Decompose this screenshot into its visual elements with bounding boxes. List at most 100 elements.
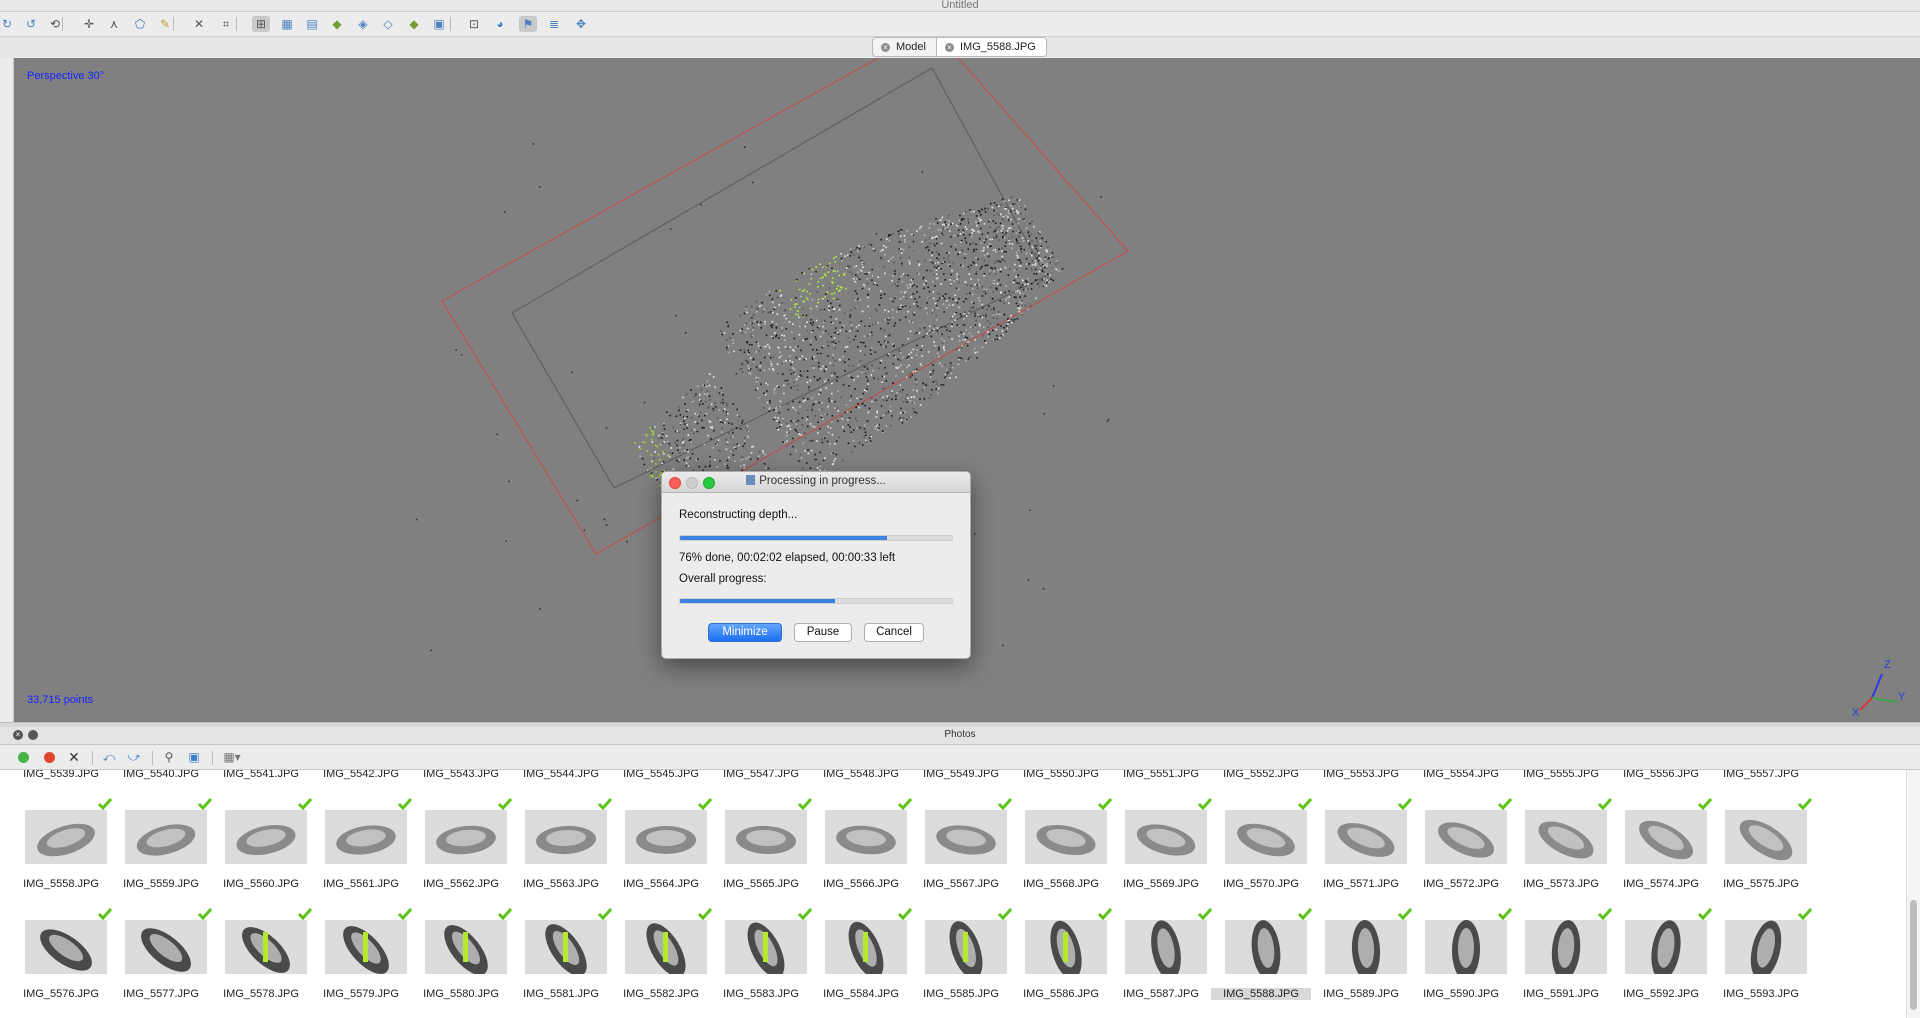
photo-filename[interactable]: IMG_5584.JPG (811, 988, 911, 1000)
photo-filename[interactable]: IMG_5593.JPG (1711, 988, 1811, 1000)
photo-thumbnail[interactable] (225, 810, 307, 864)
crop-icon[interactable]: ⌗ (217, 16, 235, 32)
photo-thumbnail[interactable] (25, 920, 107, 974)
photo-thumbnail[interactable] (525, 920, 607, 974)
photo-filename[interactable]: IMG_5541.JPG (211, 770, 311, 780)
photo-filename[interactable]: IMG_5559.JPG (111, 878, 211, 890)
photo-thumbnail[interactable] (1625, 810, 1707, 864)
photo-thumbnail[interactable] (925, 810, 1007, 864)
photo-filename[interactable]: IMG_5567.JPG (911, 878, 1011, 890)
photo-thumbnail[interactable] (1325, 920, 1407, 974)
solid-icon[interactable]: ◈ (354, 16, 372, 32)
photo-thumbnail[interactable] (825, 810, 907, 864)
tab-model[interactable]: × Model (873, 38, 937, 56)
photo-filename[interactable]: IMG_5586.JPG (1011, 988, 1111, 1000)
photo-filename[interactable]: IMG_5543.JPG (411, 770, 511, 780)
photos-gallery[interactable]: IMG_5539.JPG IMG_5540.JPG IMG_5541.JPG IMG_… (0, 770, 1906, 1018)
photo-thumbnail[interactable] (325, 810, 407, 864)
photo-thumbnail[interactable] (1225, 920, 1307, 974)
photo-filename[interactable]: IMG_5578.JPG (211, 988, 311, 1000)
photo-filename[interactable]: IMG_5561.JPG (311, 878, 411, 890)
photo-thumbnail[interactable] (1425, 920, 1507, 974)
photo-filename[interactable]: IMG_5555.JPG (1511, 770, 1611, 780)
photo-thumbnail[interactable] (725, 920, 807, 974)
flag-icon[interactable]: ⚑ (519, 16, 537, 32)
delete-icon[interactable]: ✕ (190, 16, 208, 32)
photo-filename[interactable]: IMG_5540.JPG (111, 770, 211, 780)
photo-filename[interactable]: IMG_5562.JPG (411, 878, 511, 890)
camera-icon[interactable]: ⊡ (465, 16, 483, 32)
rotate-icon[interactable]: ↻ (0, 16, 16, 32)
photo-filename[interactable]: IMG_5548.JPG (811, 770, 911, 780)
photo-thumbnail[interactable] (125, 810, 207, 864)
photo-thumbnail[interactable] (725, 810, 807, 864)
photo-thumbnail[interactable] (125, 920, 207, 974)
photo-filename[interactable]: IMG_5585.JPG (911, 988, 1011, 1000)
photo-thumbnail[interactable] (1725, 920, 1807, 974)
rotate-left-icon[interactable]: ⤺ (101, 749, 117, 765)
photo-filename[interactable]: IMG_5547.JPG (711, 770, 811, 780)
dense-cloud-icon[interactable]: ▦ (278, 16, 296, 32)
photo-thumbnail[interactable] (1625, 920, 1707, 974)
move-icon[interactable]: ✥ (572, 16, 590, 32)
photo-filename[interactable]: IMG_5577.JPG (111, 988, 211, 1000)
photo-filename[interactable]: IMG_5589.JPG (1311, 988, 1411, 1000)
photo-thumbnail[interactable] (625, 920, 707, 974)
point-icon[interactable]: ✛ (80, 16, 98, 32)
photo-filename[interactable]: IMG_5558.JPG (11, 878, 111, 890)
photo-filename[interactable]: IMG_5560.JPG (211, 878, 311, 890)
photo-filename[interactable]: IMG_5579.JPG (311, 988, 411, 1000)
photo-filename[interactable]: IMG_5590.JPG (1411, 988, 1511, 1000)
remove-icon[interactable]: ✕ (66, 749, 82, 765)
minimize-button[interactable]: Minimize (708, 623, 782, 642)
binoculars-icon[interactable]: ⚲ (161, 749, 177, 765)
photo-thumbnail[interactable] (25, 810, 107, 864)
dialog-titlebar[interactable]: Processing in progress... (662, 472, 970, 493)
photo-filename[interactable]: IMG_5551.JPG (1111, 770, 1211, 780)
rotate-right-icon[interactable]: ⤻ (126, 749, 142, 765)
photo-filename[interactable]: IMG_5556.JPG (1611, 770, 1711, 780)
photo-thumbnail[interactable] (625, 810, 707, 864)
photo-filename[interactable]: IMG_5575.JPG (1711, 878, 1811, 890)
photo-filename[interactable]: IMG_5591.JPG (1511, 988, 1611, 1000)
shaded-icon[interactable]: ◆ (328, 16, 346, 32)
photo-filename[interactable]: IMG_5592.JPG (1611, 988, 1711, 1000)
photo-filename[interactable]: IMG_5570.JPG (1211, 878, 1311, 890)
polygon-icon[interactable]: ⬠ (131, 16, 149, 32)
photo-thumbnail[interactable] (825, 920, 907, 974)
photo-filename[interactable]: IMG_5583.JPG (711, 988, 811, 1000)
photo-filename[interactable]: IMG_5582.JPG (611, 988, 711, 1000)
photo-filename[interactable]: IMG_5552.JPG (1211, 770, 1311, 780)
photo-thumbnail[interactable] (425, 810, 507, 864)
photo-filename[interactable]: IMG_5587.JPG (1111, 988, 1211, 1000)
photo-filename[interactable]: IMG_5571.JPG (1311, 878, 1411, 890)
photo-thumbnail[interactable] (1225, 810, 1307, 864)
photo-filename[interactable]: IMG_5554.JPG (1411, 770, 1511, 780)
photo-thumbnail[interactable] (225, 920, 307, 974)
tab-img-5588[interactable]: × IMG_5588.JPG (936, 38, 1046, 56)
photo-filename[interactable]: IMG_5563.JPG (511, 878, 611, 890)
cancel-button[interactable]: Cancel (864, 623, 924, 642)
photo-filename[interactable]: IMG_5539.JPG (11, 770, 111, 780)
photo-thumbnail[interactable] (1425, 810, 1507, 864)
photo-thumbnail[interactable] (925, 920, 1007, 974)
photo-thumbnail[interactable] (1725, 810, 1807, 864)
photo-thumbnail[interactable] (1525, 810, 1607, 864)
photo-thumbnail[interactable] (425, 920, 507, 974)
orbit-icon[interactable]: ↺ (22, 16, 40, 32)
photo-thumbnail[interactable] (1125, 810, 1207, 864)
photo-filename[interactable]: IMG_5588.JPG (1211, 988, 1311, 1000)
photo-thumbnail[interactable] (1525, 920, 1607, 974)
marker-icon[interactable]: ◕ (491, 16, 509, 32)
photo-filename[interactable]: IMG_5564.JPG (611, 878, 711, 890)
photo-filename[interactable]: IMG_5544.JPG (511, 770, 611, 780)
photo-filename[interactable]: IMG_5581.JPG (511, 988, 611, 1000)
photo-filename[interactable]: IMG_5565.JPG (711, 878, 811, 890)
photo-filename[interactable]: IMG_5553.JPG (1311, 770, 1411, 780)
close-icon[interactable]: × (881, 42, 890, 52)
pause-button[interactable]: Pause (794, 623, 852, 642)
gallery-scrollbar[interactable] (1906, 770, 1920, 1018)
photo-filename[interactable]: IMG_5568.JPG (1011, 878, 1111, 890)
photo-thumbnail[interactable] (1125, 920, 1207, 974)
close-icon[interactable]: × (944, 42, 954, 52)
